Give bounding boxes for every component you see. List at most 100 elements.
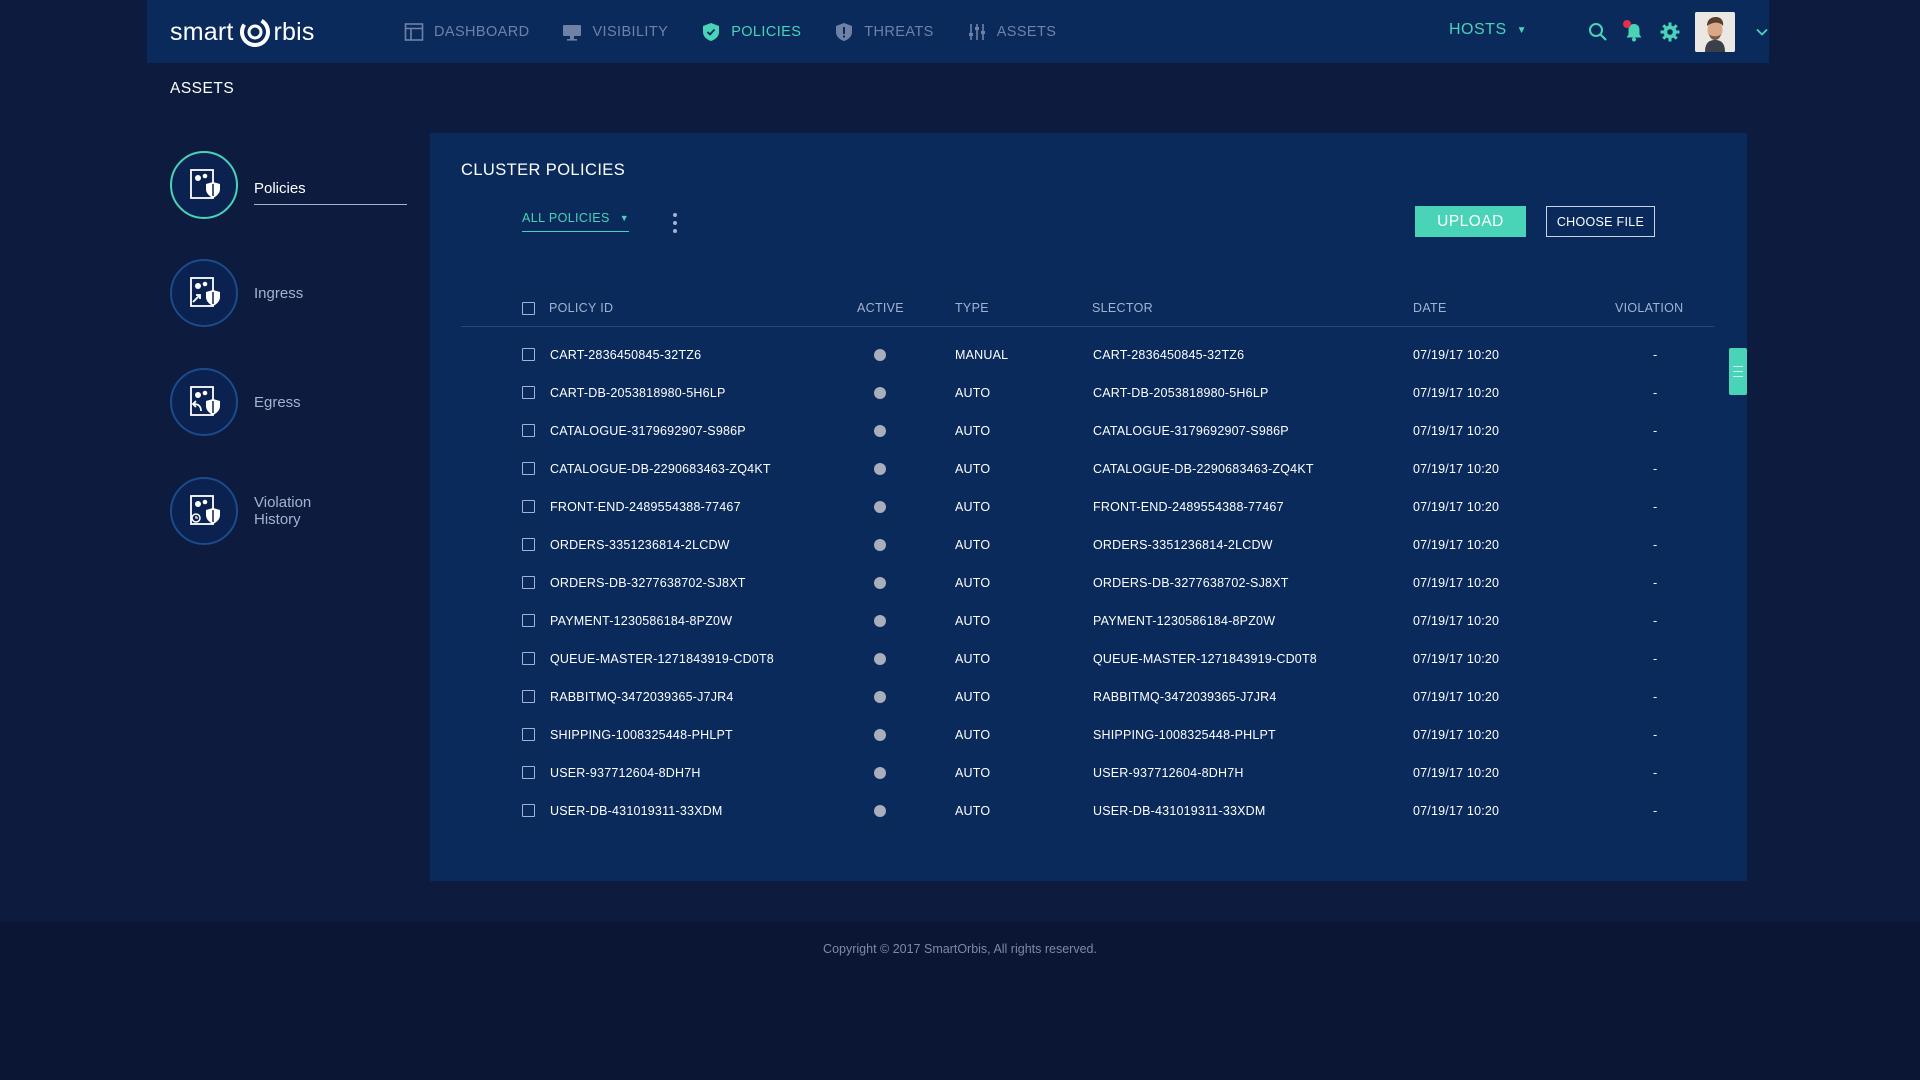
- cell-policy-id: FRONT-END-2489554388-77467: [550, 500, 741, 514]
- main-nav: DASHBOARD VISIBILITY POLICIES THREATS AS…: [404, 0, 1089, 63]
- cell-selector: ORDERS-DB-3277638702-SJ8XT: [1093, 576, 1289, 590]
- table-row[interactable]: QUEUE-MASTER-1271843919-CD0T8 AUTO QUEUE…: [461, 640, 1714, 678]
- row-checkbox[interactable]: [522, 500, 535, 513]
- sidebar-item-violation-history[interactable]: Violation History: [170, 477, 311, 545]
- column-header-selector[interactable]: SLECTOR: [1092, 301, 1153, 315]
- chevron-down-icon[interactable]: [1755, 25, 1769, 39]
- table-row[interactable]: ORDERS-3351236814-2LCDW AUTO ORDERS-3351…: [461, 526, 1714, 564]
- table-row[interactable]: CART-DB-2053818980-5H6LP AUTO CART-DB-20…: [461, 374, 1714, 412]
- more-options-button[interactable]: [672, 213, 678, 233]
- row-checkbox[interactable]: [522, 614, 535, 627]
- table-row[interactable]: SHIPPING-1008325448-PHLPT AUTO SHIPPING-…: [461, 716, 1714, 754]
- active-status-dot[interactable]: [874, 691, 886, 703]
- notifications-button[interactable]: [1623, 19, 1645, 43]
- nav-item-policies[interactable]: POLICIES: [701, 22, 801, 42]
- nav-item-dashboard[interactable]: DASHBOARD: [404, 22, 529, 42]
- choose-file-button[interactable]: CHOOSE FILE: [1546, 206, 1655, 237]
- cell-type: AUTO: [955, 386, 991, 400]
- active-status-dot[interactable]: [874, 349, 886, 361]
- sidebar-item-label: Violation History: [254, 494, 311, 528]
- brand-text-left: smart: [170, 17, 234, 46]
- cell-violation: -: [1653, 804, 1658, 818]
- active-status-dot[interactable]: [874, 805, 886, 817]
- cell-policy-id: ORDERS-DB-3277638702-SJ8XT: [550, 576, 746, 590]
- row-checkbox[interactable]: [522, 576, 535, 589]
- active-status-dot[interactable]: [874, 463, 886, 475]
- table-row[interactable]: PAYMENT-1230586184-8PZ0W AUTO PAYMENT-12…: [461, 602, 1714, 640]
- row-checkbox[interactable]: [522, 462, 535, 475]
- active-status-dot[interactable]: [874, 653, 886, 665]
- active-status-dot[interactable]: [874, 501, 886, 513]
- sidebar-label-line: Violation: [254, 494, 312, 511]
- cell-selector: USER-DB-431019311-33XDM: [1093, 804, 1266, 818]
- nav-item-visibility[interactable]: VISIBILITY: [562, 22, 668, 42]
- column-header-violation[interactable]: VIOLATION: [1615, 301, 1683, 315]
- column-header-date[interactable]: DATE: [1413, 301, 1447, 315]
- sidebar-item-policies[interactable]: Policies: [170, 151, 407, 219]
- user-avatar[interactable]: [1695, 11, 1735, 52]
- nav-label-threats: THREATS: [864, 23, 934, 40]
- row-checkbox[interactable]: [522, 804, 535, 817]
- cell-policy-id: CATALOGUE-3179692907-S986P: [550, 424, 746, 438]
- cell-selector: ORDERS-3351236814-2LCDW: [1093, 538, 1273, 552]
- upload-button[interactable]: UPLOAD: [1415, 206, 1526, 237]
- table-row[interactable]: CATALOGUE-DB-2290683463-ZQ4KT AUTO CATAL…: [461, 450, 1714, 488]
- grip-line: [1733, 371, 1743, 372]
- cell-type: AUTO: [955, 424, 991, 438]
- sidebar-circle: [170, 368, 238, 436]
- row-checkbox[interactable]: [522, 690, 535, 703]
- hosts-label: HOSTS: [1449, 21, 1507, 38]
- column-header-active[interactable]: ACTIVE: [857, 301, 904, 315]
- policy-table-body: CART-2836450845-32TZ6 MANUAL CART-283645…: [461, 336, 1714, 856]
- active-status-dot[interactable]: [874, 425, 886, 437]
- row-checkbox[interactable]: [522, 424, 535, 437]
- active-status-dot[interactable]: [874, 577, 886, 589]
- table-row[interactable]: CART-2836450845-32TZ6 MANUAL CART-283645…: [461, 336, 1714, 374]
- brand-logo[interactable]: smart rbis: [170, 12, 315, 52]
- row-checkbox[interactable]: [522, 652, 535, 665]
- column-header-type[interactable]: TYPE: [955, 301, 989, 315]
- row-checkbox[interactable]: [522, 348, 535, 361]
- policy-filter-dropdown[interactable]: ALL POLICIES ▼: [522, 211, 630, 232]
- table-scrollbar-thumb[interactable]: [1729, 348, 1747, 395]
- sidebar-item-label: Ingress: [254, 284, 304, 302]
- active-status-dot[interactable]: [874, 729, 886, 741]
- row-checkbox[interactable]: [522, 766, 535, 779]
- column-header-policy-id[interactable]: POLICY ID: [549, 301, 613, 315]
- table-row[interactable]: CATALOGUE-3179692907-S986P AUTO CATALOGU…: [461, 412, 1714, 450]
- active-status-dot[interactable]: [874, 387, 886, 399]
- cell-policy-id: SHIPPING-1008325448-PHLPT: [550, 728, 733, 742]
- select-all-checkbox[interactable]: [522, 302, 535, 315]
- table-row[interactable]: USER-937712604-8DH7H AUTO USER-937712604…: [461, 754, 1714, 792]
- row-checkbox[interactable]: [522, 538, 535, 551]
- active-status-dot[interactable]: [874, 539, 886, 551]
- search-button[interactable]: [1587, 21, 1609, 43]
- table-row[interactable]: ORDERS-DB-3277638702-SJ8XT AUTO ORDERS-D…: [461, 564, 1714, 602]
- cell-violation: -: [1653, 424, 1658, 438]
- sidebar-item-ingress[interactable]: Ingress: [170, 259, 303, 327]
- row-checkbox[interactable]: [522, 386, 535, 399]
- cell-violation: -: [1653, 690, 1658, 704]
- table-row[interactable]: FRONT-END-2489554388-77467 AUTO FRONT-EN…: [461, 488, 1714, 526]
- active-status-dot[interactable]: [874, 615, 886, 627]
- cell-date: 07/19/17 10:20: [1413, 500, 1500, 514]
- sidebar-item-egress[interactable]: Egress: [170, 368, 301, 436]
- search-icon: [1589, 22, 1607, 41]
- cluster-policies-panel: CLUSTER POLICIES ALL POLICIES ▼ UPLOAD C…: [430, 133, 1747, 881]
- policy-document-icon: [190, 169, 220, 199]
- table-row[interactable]: RABBITMQ-3472039365-J7JR4 AUTO RABBITMQ-…: [461, 678, 1714, 716]
- hosts-dropdown[interactable]: HOSTS ▼: [1449, 21, 1527, 39]
- active-status-dot[interactable]: [874, 767, 886, 779]
- table-row[interactable]: USER-DB-431019311-33XDM AUTO USER-DB-431…: [461, 792, 1714, 830]
- row-checkbox[interactable]: [522, 728, 535, 741]
- nav-item-assets[interactable]: ASSETS: [967, 22, 1057, 42]
- cell-date: 07/19/17 10:20: [1413, 348, 1500, 362]
- cell-violation: -: [1653, 576, 1658, 590]
- copyright-text: Copyright © 2017 SmartOrbis, All rights …: [823, 942, 1097, 956]
- nav-item-threats[interactable]: THREATS: [834, 22, 933, 42]
- top-navigation-bar: smart rbis DASHBOARD VISIBILITY POLICIES…: [147, 0, 1769, 63]
- kebab-dot: [673, 229, 677, 233]
- settings-button[interactable]: [1659, 21, 1681, 43]
- cell-date: 07/19/17 10:20: [1413, 576, 1500, 590]
- cell-violation: -: [1653, 500, 1658, 514]
